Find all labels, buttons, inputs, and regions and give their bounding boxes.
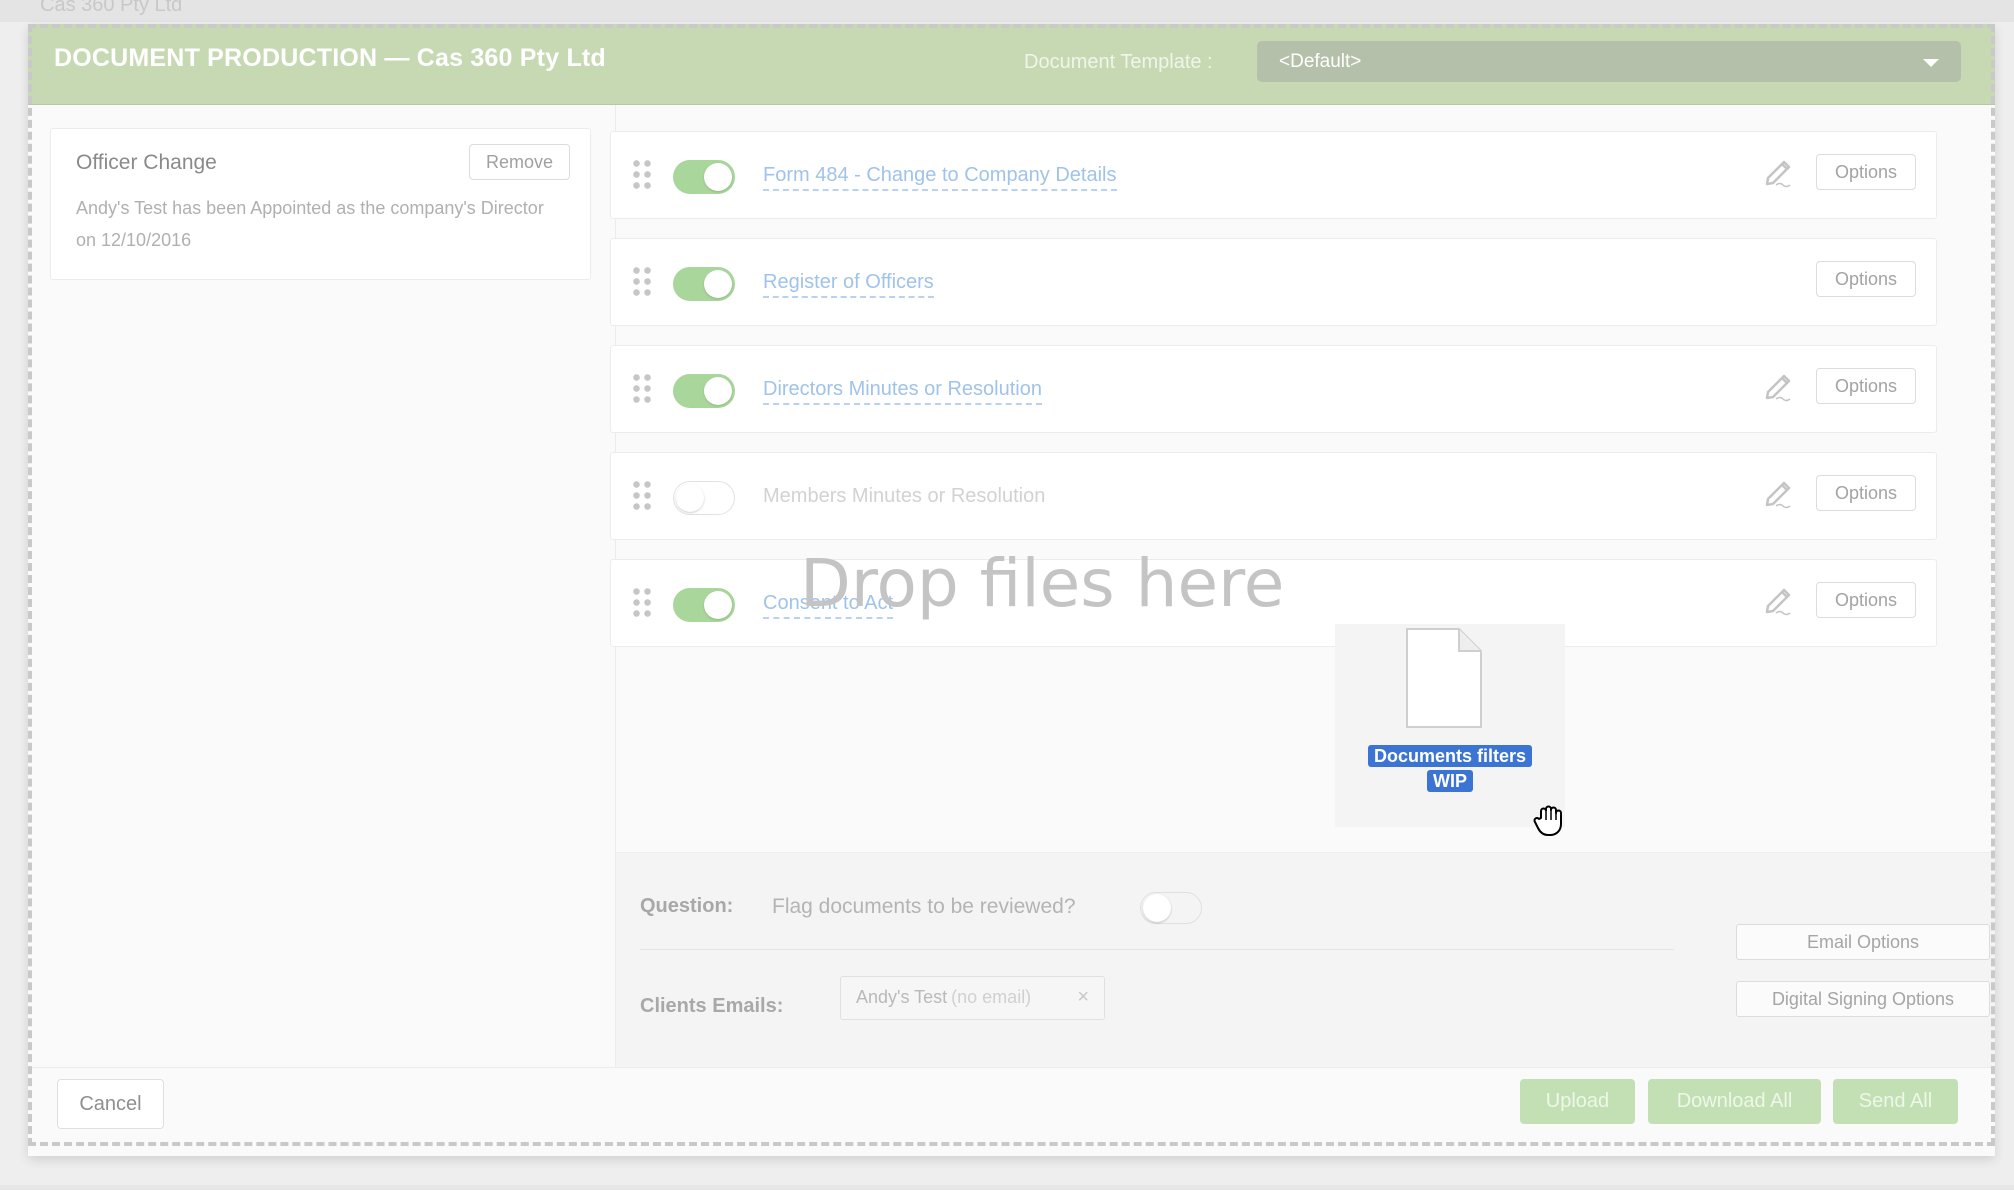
client-name: Andy's Test [856, 987, 948, 1007]
dragged-file: Documents filters WIP [1335, 624, 1565, 827]
file-icon [1406, 628, 1482, 728]
options-button[interactable]: Options [1816, 261, 1916, 297]
document-name[interactable]: Members Minutes or Resolution [763, 485, 1045, 510]
signature-pen-icon[interactable] [1762, 475, 1796, 509]
send-all-button[interactable]: Send All [1833, 1079, 1958, 1124]
toggle-knob [704, 377, 732, 405]
no-email-note: (no email) [951, 987, 1032, 1007]
drag-handle-icon[interactable] [631, 372, 653, 404]
drag-handle-icon[interactable] [631, 265, 653, 297]
grab-cursor-icon [1533, 805, 1562, 836]
change-description: Andy's Test has been Appointed as the co… [76, 198, 544, 250]
options-button[interactable]: Options [1816, 368, 1916, 404]
change-title: Officer Change [76, 151, 217, 174]
document-settings-panel: Question: Flag documents to be reviewed?… [616, 852, 1995, 1067]
toggle-knob [676, 484, 704, 512]
document-row: Directors Minutes or Resolution Options [610, 345, 1937, 433]
options-button[interactable]: Options [1816, 475, 1916, 511]
divider [640, 949, 1674, 950]
changes-panel: Officer Change Remove Andy's Test has be… [28, 105, 616, 1067]
clients-emails-label: Clients Emails: [640, 995, 784, 1017]
drag-handle-icon[interactable] [631, 479, 653, 511]
modal-footer: Cancel Upload Download All Send All [28, 1067, 1995, 1156]
document-row: Register of Officers Options [610, 238, 1937, 326]
document-row: Consent to Act Options [610, 559, 1937, 647]
document-enable-toggle[interactable] [673, 481, 735, 515]
toggle-knob [704, 163, 732, 191]
document-template-label: Document Template : [1024, 51, 1213, 73]
toggle-knob [1143, 894, 1171, 922]
signature-pen-icon[interactable] [1762, 368, 1796, 402]
document-row: Form 484 - Change to Company Details Opti… [610, 131, 1937, 219]
document-enable-toggle[interactable] [673, 267, 735, 301]
drag-handle-icon[interactable] [631, 586, 653, 618]
signature-pen-icon[interactable] [1762, 582, 1796, 616]
email-options-button[interactable]: Email Options [1736, 924, 1990, 960]
dragged-file-name-line2: WIP [1427, 770, 1473, 792]
document-enable-toggle[interactable] [673, 160, 735, 194]
remove-button[interactable]: Remove [469, 144, 570, 180]
close-icon[interactable]: × [1077, 986, 1089, 1009]
background-window-title: Cas 360 Pty Ltd [0, 0, 2014, 22]
toggle-knob [704, 591, 732, 619]
page-title: DOCUMENT PRODUCTION — Cas 360 Pty Ltd [54, 44, 606, 72]
modal-header: DOCUMENT PRODUCTION — Cas 360 Pty Ltd Do… [28, 24, 1995, 105]
options-button[interactable]: Options [1816, 582, 1916, 618]
question-text: Flag documents to be reviewed? [772, 895, 1076, 918]
cancel-button[interactable]: Cancel [57, 1079, 164, 1129]
drag-handle-icon[interactable] [631, 158, 653, 190]
signature-pen-icon[interactable] [1762, 154, 1796, 188]
document-name[interactable]: Form 484 - Change to Company Details [763, 164, 1117, 191]
dragged-file-name-line1: Documents filters [1367, 745, 1533, 767]
document-template-value: <Default> [1279, 51, 1362, 72]
document-enable-toggle[interactable] [673, 374, 735, 408]
toggle-knob [704, 270, 732, 298]
client-email-chip: Andy's Test (no email) × [840, 976, 1105, 1020]
flag-review-toggle[interactable] [1140, 892, 1202, 924]
upload-button[interactable]: Upload [1520, 1079, 1635, 1124]
question-label: Question: [640, 895, 734, 917]
document-name[interactable]: Directors Minutes or Resolution [763, 378, 1042, 405]
download-all-button[interactable]: Download All [1648, 1079, 1821, 1124]
document-name[interactable]: Consent to Act [763, 592, 894, 619]
document-template-select[interactable]: <Default> [1257, 41, 1961, 82]
document-enable-toggle[interactable] [673, 588, 735, 622]
document-row: Members Minutes or Resolution Options [610, 452, 1937, 540]
options-button[interactable]: Options [1816, 154, 1916, 190]
change-card: Officer Change Remove Andy's Test has be… [50, 128, 591, 280]
digital-signing-options-button[interactable]: Digital Signing Options [1736, 981, 1990, 1017]
document-name[interactable]: Register of Officers [763, 271, 934, 298]
chevron-down-icon [1923, 59, 1939, 67]
background-strip [0, 1185, 2014, 1190]
dragged-file-label: Documents filters WIP [1335, 744, 1565, 794]
